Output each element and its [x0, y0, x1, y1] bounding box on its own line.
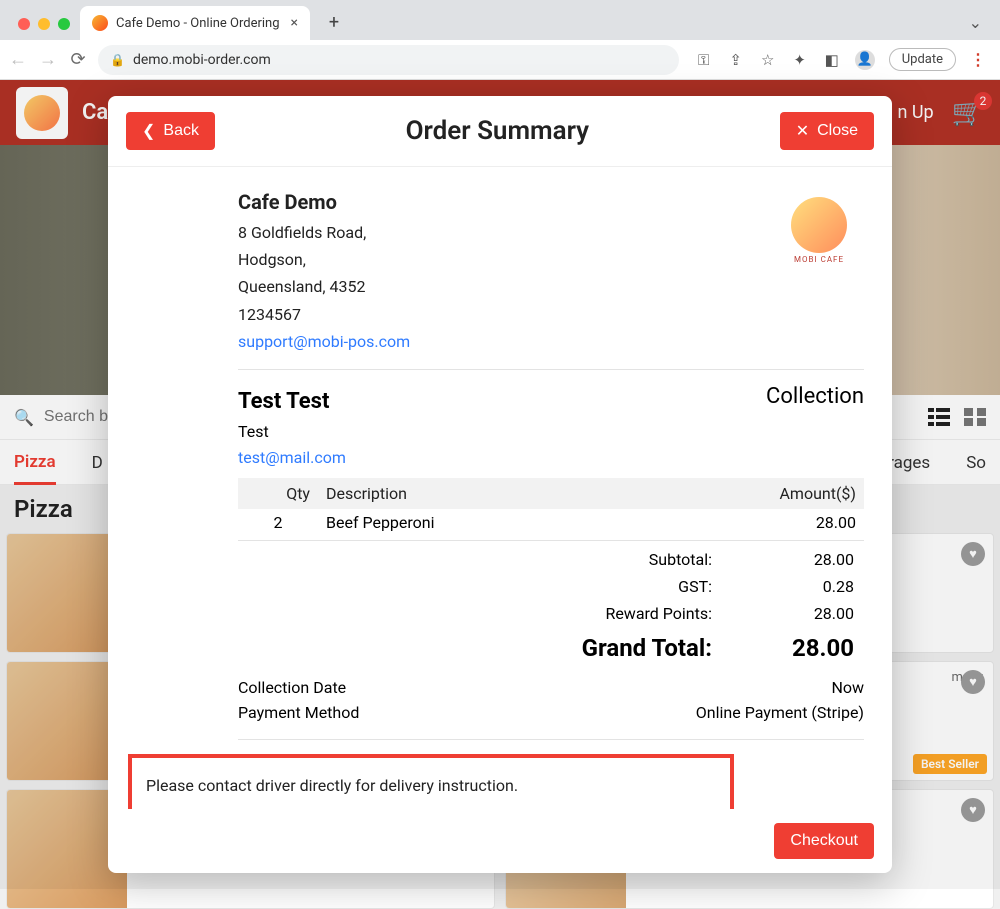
extensions-icon[interactable]: ✦	[791, 51, 809, 69]
url-text: demo.mobi-order.com	[133, 52, 271, 68]
maximize-window-icon[interactable]	[58, 18, 70, 30]
delivery-note: Please contact driver directly for deliv…	[128, 754, 734, 809]
divider	[238, 369, 864, 370]
share-icon[interactable]: ⇪	[727, 51, 745, 69]
reward-points-value: 28.00	[722, 601, 862, 626]
minimize-window-icon[interactable]	[38, 18, 50, 30]
forward-icon[interactable]: →	[38, 49, 58, 70]
browser-chrome: Cafe Demo - Online Ordering × + ⌄ ← → ⟳ …	[0, 0, 1000, 80]
browser-tab[interactable]: Cafe Demo - Online Ordering ×	[80, 6, 310, 40]
table-row: 2 Beef Pepperoni 28.00	[238, 509, 864, 536]
divider	[238, 739, 864, 740]
store-name: Cafe Demo	[238, 185, 774, 219]
window-controls	[8, 18, 80, 40]
cell-desc: Beef Pepperoni	[318, 509, 744, 536]
profile-icon[interactable]: 👤	[855, 50, 875, 70]
payment-method-label: Payment Method	[238, 703, 359, 722]
app-content: Ca n Up 🛒 2 🔍 Pizza D rages So Pizza	[0, 80, 1000, 889]
reward-points-label: Reward Points:	[240, 601, 720, 626]
subtotal-value: 28.00	[722, 547, 862, 572]
back-icon[interactable]: ←	[8, 49, 28, 70]
customer-line: Test	[238, 419, 766, 445]
update-button[interactable]: Update	[889, 48, 956, 71]
chrome-menu-icon[interactable]: ⋮	[970, 50, 986, 69]
gst-value: 0.28	[722, 574, 862, 599]
close-button[interactable]: ✕ Close	[780, 112, 874, 150]
gst-label: GST:	[240, 574, 720, 599]
tab-favicon-icon	[92, 15, 108, 31]
store-phone: 1234567	[238, 301, 774, 328]
store-address-line: Queensland, 4352	[238, 273, 774, 300]
col-desc: Description	[318, 478, 744, 509]
store-logo: MOBI CAFE	[774, 185, 864, 275]
grand-total-label: Grand Total:	[240, 628, 720, 665]
panel-icon[interactable]: ◧	[823, 51, 841, 69]
modal-overlay: ❮ Back Order Summary ✕ Close Cafe Demo 8…	[0, 80, 1000, 889]
modal-title: Order Summary	[215, 116, 780, 146]
order-type: Collection	[766, 384, 864, 409]
grand-total-value: 28.00	[722, 628, 862, 665]
new-tab-button[interactable]: +	[320, 8, 348, 36]
payment-method-value: Online Payment (Stripe)	[696, 703, 864, 722]
store-address-line: 8 Goldfields Road,	[238, 219, 774, 246]
customer-name: Test Test	[238, 384, 766, 419]
close-icon: ✕	[796, 121, 809, 141]
summary-table: Subtotal:28.00 GST:0.28 Reward Points:28…	[238, 545, 864, 667]
close-window-icon[interactable]	[18, 18, 30, 30]
key-icon[interactable]: ⚿	[695, 51, 713, 69]
tab-title: Cafe Demo - Online Ordering	[116, 16, 280, 31]
checkout-button[interactable]: Checkout	[774, 823, 874, 859]
store-email-link[interactable]: support@mobi-pos.com	[238, 328, 774, 355]
close-tab-icon[interactable]: ×	[291, 15, 298, 31]
reload-icon[interactable]: ⟳	[68, 49, 88, 70]
chevron-left-icon: ❮	[142, 121, 155, 141]
subtotal-label: Subtotal:	[240, 547, 720, 572]
order-summary-modal: ❮ Back Order Summary ✕ Close Cafe Demo 8…	[108, 96, 892, 873]
back-button[interactable]: ❮ Back	[126, 112, 215, 150]
customer-email-link[interactable]: test@mail.com	[238, 445, 766, 471]
items-table: Qty Description Amount($) 2 Beef Peppero…	[238, 478, 864, 536]
checkout-label: Checkout	[790, 832, 858, 850]
store-logo-caption: MOBI CAFE	[794, 255, 844, 264]
close-label: Close	[817, 122, 858, 140]
col-amount: Amount($)	[744, 478, 864, 509]
collection-date-label: Collection Date	[238, 678, 346, 697]
lock-icon: 🔒	[110, 53, 125, 67]
divider	[238, 540, 864, 541]
back-label: Back	[163, 122, 199, 140]
cell-qty: 2	[238, 509, 318, 536]
chevron-down-icon[interactable]: ⌄	[969, 13, 982, 32]
col-qty: Qty	[238, 478, 318, 509]
address-bar[interactable]: 🔒 demo.mobi-order.com	[98, 45, 679, 75]
collection-date-value: Now	[831, 678, 864, 697]
cell-amount: 28.00	[744, 509, 864, 536]
star-icon[interactable]: ☆	[759, 51, 777, 69]
store-address-line: Hodgson,	[238, 246, 774, 273]
